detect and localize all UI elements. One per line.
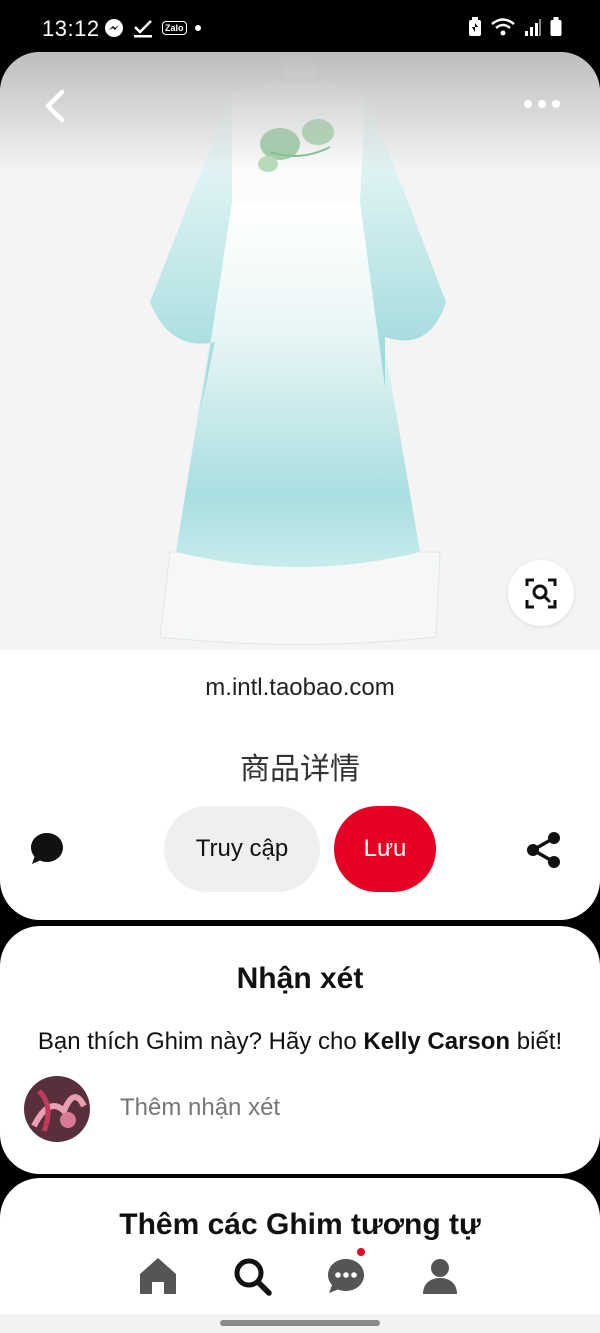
signal-icon — [525, 19, 541, 36]
comments-prompt: Bạn thích Ghim này? Hãy cho Kelly Carson… — [0, 1028, 600, 1056]
add-comment-input[interactable]: Thêm nhận xét — [120, 1094, 280, 1122]
profile-icon[interactable] — [418, 1254, 462, 1298]
messages-icon[interactable] — [324, 1254, 368, 1298]
messenger-icon — [105, 19, 123, 37]
battery-saver-icon — [469, 17, 481, 36]
prompt-suffix: biết! — [510, 1028, 563, 1055]
battery-icon — [550, 17, 562, 36]
download-check-icon — [134, 20, 152, 38]
more-options-button[interactable] — [522, 92, 562, 116]
zalo-icon: Zalo — [162, 21, 187, 35]
avatar — [24, 1076, 90, 1142]
home-icon[interactable] — [136, 1254, 180, 1298]
visual-search-button[interactable] — [508, 560, 574, 626]
pin-image[interactable] — [0, 52, 600, 650]
lens-search-icon — [525, 578, 557, 609]
status-bar: 13:12 Zalo — [0, 0, 600, 56]
notification-dot — [357, 1248, 365, 1256]
visit-button[interactable]: Truy cập — [164, 806, 320, 892]
comments-card: Nhận xét Bạn thích Ghim này? Hãy cho Kel… — [0, 926, 600, 1174]
avatar-image — [24, 1076, 90, 1142]
gesture-bar-area — [0, 1314, 600, 1333]
back-button[interactable] — [36, 86, 76, 126]
bottom-nav — [0, 1240, 600, 1314]
dot-icon — [194, 25, 201, 31]
comments-heading: Nhận xét — [236, 962, 364, 995]
save-button[interactable]: Lưu — [334, 806, 436, 892]
pin-author[interactable]: Kelly Carson — [363, 1028, 510, 1055]
pin-card: m.intl.taobao.com 商品详情 Truy cập Lưu — [0, 52, 600, 920]
home-gesture-bar[interactable] — [220, 1320, 380, 1326]
search-icon[interactable] — [230, 1254, 274, 1298]
prompt-prefix: Bạn thích Ghim này? Hãy cho — [37, 1028, 364, 1055]
wifi-icon — [491, 18, 515, 36]
source-domain-link[interactable]: m.intl.taobao.com — [0, 674, 600, 702]
comment-icon[interactable] — [28, 830, 66, 868]
similar-heading: Thêm các Ghim tương tự — [119, 1208, 481, 1241]
share-icon[interactable] — [524, 830, 564, 870]
pin-title: 商品详情 — [240, 752, 360, 787]
top-shade — [0, 52, 600, 172]
status-time: 13:12 — [42, 16, 100, 41]
